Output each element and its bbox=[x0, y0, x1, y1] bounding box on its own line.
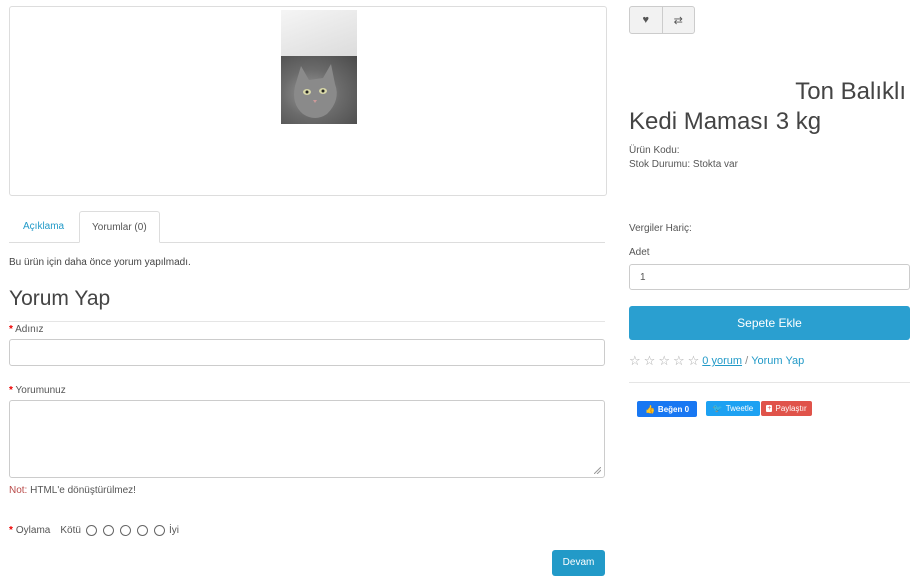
comment-label-text: Yorumunuz bbox=[15, 385, 66, 396]
thumbs-up-icon: 👍 bbox=[644, 404, 655, 414]
name-label: * Adınız bbox=[9, 324, 44, 335]
add-to-cart-button[interactable]: Sepete Ekle bbox=[629, 306, 910, 340]
product-title-line1: Ton Balıklı bbox=[795, 78, 906, 105]
compare-arrows-icon: ⇄ bbox=[673, 14, 683, 27]
rating-row: * Oylama Kötü İyi bbox=[9, 525, 179, 536]
name-label-text: Adınız bbox=[15, 324, 44, 335]
quantity-input[interactable]: 1 bbox=[629, 264, 910, 290]
rating-radio-2[interactable] bbox=[102, 525, 114, 536]
divider bbox=[629, 382, 910, 383]
product-title-line2: Kedi Maması 3 kg bbox=[629, 108, 822, 135]
write-review-heading: Yorum Yap bbox=[9, 287, 111, 310]
review-count-link[interactable]: 0 yorum bbox=[702, 355, 742, 367]
rating-bad-label: Kötü bbox=[60, 525, 81, 536]
required-marker: * bbox=[9, 324, 13, 335]
submit-review-button[interactable]: Devam bbox=[552, 550, 605, 576]
star-icon: ☆ bbox=[687, 353, 700, 368]
tweet-button[interactable]: 🐦 Tweetle bbox=[706, 401, 760, 416]
no-reviews-text: Bu ürün için daha önce yorum yapılmadı. bbox=[9, 257, 191, 268]
rating-good-label: İyi bbox=[168, 525, 179, 536]
tweet-label: Tweetle bbox=[725, 404, 754, 413]
product-actions: ♥ ⇄ bbox=[629, 6, 695, 34]
rating-radio-4[interactable] bbox=[136, 525, 148, 536]
rating-label: Oylama bbox=[15, 525, 51, 536]
resize-handle-icon[interactable] bbox=[594, 467, 601, 474]
facebook-like-label: Beğen 0 bbox=[657, 404, 690, 414]
twitter-icon: 🐦 bbox=[712, 404, 723, 413]
required-marker: * bbox=[9, 525, 13, 536]
compare-button[interactable]: ⇄ bbox=[663, 7, 695, 33]
share-button[interactable]: + Paylaştır bbox=[761, 401, 812, 416]
rating-radio-3[interactable] bbox=[119, 525, 131, 536]
quantity-value: 1 bbox=[640, 272, 646, 283]
rating-radio-1[interactable] bbox=[85, 525, 97, 536]
html-note: Not: HTML'e dönüştürülmez! bbox=[9, 485, 136, 496]
required-marker: * bbox=[9, 385, 13, 396]
tax-label: Vergiler Hariç: bbox=[629, 223, 692, 234]
star-icon: ☆ bbox=[643, 353, 656, 368]
heart-icon: ♥ bbox=[642, 14, 650, 26]
facebook-like-button[interactable]: 👍 Beğen 0 bbox=[637, 401, 697, 417]
product-code: Ürün Kodu: bbox=[629, 145, 680, 156]
stock-status: Stok Durumu: Stokta var bbox=[629, 159, 738, 170]
write-review-link[interactable]: Yorum Yap bbox=[751, 355, 804, 367]
bag-top bbox=[281, 10, 357, 56]
note-prefix: Not: bbox=[9, 485, 28, 496]
heading-divider bbox=[9, 321, 605, 322]
tab-reviews[interactable]: Yorumlar (0) bbox=[79, 211, 160, 243]
star-icon: ☆ bbox=[658, 353, 670, 368]
comment-label: * Yorumunuz bbox=[9, 385, 66, 396]
separator: / bbox=[742, 355, 752, 367]
cat-icon bbox=[294, 64, 337, 118]
wishlist-button[interactable]: ♥ bbox=[630, 7, 663, 33]
product-image[interactable] bbox=[281, 10, 357, 124]
quantity-label: Adet bbox=[629, 247, 650, 258]
share-label: Paylaştır bbox=[775, 404, 807, 413]
star-icon: ☆ bbox=[629, 353, 641, 368]
name-input[interactable] bbox=[9, 339, 605, 366]
cat-photo bbox=[281, 56, 357, 124]
share-icon: + bbox=[766, 405, 773, 412]
tab-description[interactable]: Açıklama bbox=[11, 211, 76, 242]
note-text: HTML'e dönüştürülmez! bbox=[27, 485, 136, 496]
rating-radio-5[interactable] bbox=[153, 525, 165, 536]
star-icon: ☆ bbox=[672, 353, 685, 368]
rating-summary: ☆ ☆ ☆ ☆ ☆ 0 yorum / Yorum Yap bbox=[629, 353, 804, 369]
comment-textarea[interactable] bbox=[9, 400, 605, 478]
